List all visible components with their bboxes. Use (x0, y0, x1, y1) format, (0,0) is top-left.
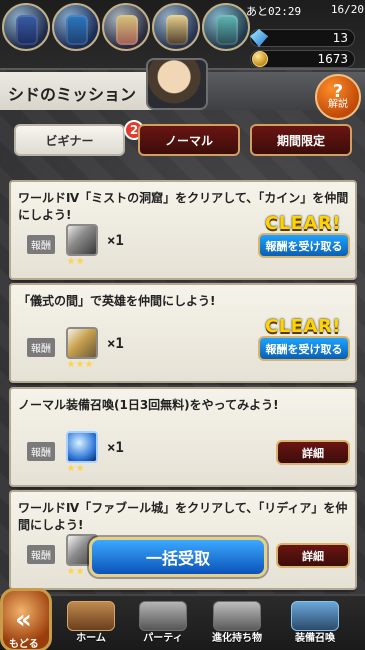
tab-normal[interactable]: ノーマル (138, 124, 240, 156)
gil-coin-icon (252, 51, 268, 67)
party-icon (139, 601, 187, 631)
bulk-receive-button[interactable]: 一括受取 (89, 537, 267, 577)
clear-banner: CLEAR! (265, 213, 341, 234)
nav-home[interactable]: ホーム (56, 598, 126, 650)
rarity-stars (67, 567, 84, 577)
character-sprite-icon (16, 15, 38, 45)
nav-party-label: パーティ (143, 633, 183, 644)
page-title: シドのミッション (8, 85, 137, 104)
summon-icon (291, 601, 339, 631)
detail-button[interactable]: 詳細 (276, 543, 350, 568)
bottom-navigation: « もどる ホーム パーティ 進化持ち物 装備召喚 (0, 588, 365, 650)
help-button[interactable]: ? 解説 (315, 74, 361, 120)
tab-limited-label: 期間限定 (276, 133, 325, 148)
help-label: 解説 (328, 99, 348, 110)
star-icon (85, 360, 93, 368)
gem-icon (250, 29, 268, 47)
party-avatars (2, 3, 250, 51)
reward-quantity: ×1 (107, 336, 124, 352)
receive-reward-label: 報酬を受け取る (265, 239, 343, 253)
mission-card: ワールドⅣ「ミストの洞窟」をクリアして、「カイン」を仲間にしよう! 報酬 ×1 … (9, 180, 357, 280)
nav-equipment-summon[interactable]: 装備召喚 (280, 598, 350, 650)
mission-description: ワールドⅣ「ファブール城」をクリアして、「リディア」を仲間にしよう! (18, 501, 348, 532)
gil-counter: 1673 (250, 50, 355, 68)
star-icon (76, 257, 84, 265)
reward-label: 報酬 (27, 545, 55, 564)
tab-normal-label: ノーマル (164, 133, 213, 148)
detail-button-label: 詳細 (302, 549, 324, 563)
cid-portrait-icon (146, 58, 208, 110)
star-icon (67, 257, 75, 265)
star-icon (76, 464, 84, 472)
stamina-value: 16/20 (330, 3, 364, 16)
clear-banner: CLEAR! (265, 316, 341, 337)
receive-reward-button[interactable]: 報酬を受け取る (258, 336, 350, 361)
party-avatar-5[interactable] (202, 3, 250, 51)
detail-button[interactable]: 詳細 (276, 440, 350, 465)
character-sprite-icon (116, 15, 138, 45)
gil-value: 1673 (317, 52, 348, 66)
back-label: もどる (9, 639, 39, 650)
receive-reward-label: 報酬を受け取る (265, 342, 343, 356)
reward-label: 報酬 (27, 338, 55, 357)
receive-reward-button[interactable]: 報酬を受け取る (258, 233, 350, 258)
mission-card: ノーマル装備召喚(1日3回無料)をやってみよう! 報酬 ×1 詳細 (9, 387, 357, 487)
star-icon (67, 464, 75, 472)
orb-item-icon (66, 431, 98, 463)
spear-item-icon (66, 327, 98, 359)
star-icon (67, 360, 75, 368)
rarity-stars (67, 360, 93, 370)
home-icon (67, 601, 115, 631)
reward-label: 報酬 (27, 442, 55, 461)
reward-quantity: ×1 (107, 233, 124, 249)
stamina-timer: あと02:29 16/20 (246, 3, 364, 19)
gems-value: 13 (332, 31, 348, 45)
star-icon (76, 360, 84, 368)
party-avatar-3[interactable] (102, 3, 150, 51)
mission-description: ノーマル装備召喚(1日3回無料)をやってみよう! (18, 398, 279, 412)
back-button[interactable]: « もどる (0, 588, 52, 650)
gems-counter: 13 (250, 29, 355, 47)
star-icon (76, 567, 84, 575)
character-sprite-icon (66, 15, 88, 45)
sword-item-icon (66, 224, 98, 256)
question-mark-icon: ? (332, 81, 344, 102)
tab-beginner-label: ビギナー (45, 133, 94, 148)
tab-beginner[interactable]: ビギナー 2 (14, 120, 144, 156)
mission-tabs: ビギナー 2 ノーマル 期間限定 (14, 120, 352, 156)
party-avatar-2[interactable] (52, 3, 100, 51)
character-sprite-icon (216, 15, 238, 45)
rarity-stars (67, 257, 84, 267)
items-icon (213, 601, 261, 631)
nav-evolution-items-label: 進化持ち物 (212, 633, 262, 644)
nav-evolution-items[interactable]: 進化持ち物 (202, 598, 272, 650)
nav-equipment-summon-label: 装備召喚 (295, 633, 335, 644)
bulk-receive-label: 一括受取 (145, 549, 210, 568)
tab-limited-time[interactable]: 期間限定 (250, 124, 352, 156)
character-sprite-icon (166, 15, 188, 45)
nav-home-label: ホーム (76, 633, 106, 644)
reward-label: 報酬 (27, 235, 55, 254)
detail-button-label: 詳細 (302, 446, 324, 460)
reward-quantity: ×1 (107, 440, 124, 456)
mission-description: 「儀式の間」で英雄を仲間にしよう! (18, 294, 216, 308)
double-chevron-left-icon: « (15, 605, 32, 635)
mission-card: 「儀式の間」で英雄を仲間にしよう! 報酬 ×1 CLEAR! 報酬を受け取る (9, 283, 357, 383)
star-icon (67, 567, 75, 575)
timer-label: あと02:29 (246, 5, 302, 18)
nav-party[interactable]: パーティ (128, 598, 198, 650)
party-avatar-4[interactable] (152, 3, 200, 51)
party-avatar-1[interactable] (2, 3, 50, 51)
rarity-stars (67, 464, 84, 474)
